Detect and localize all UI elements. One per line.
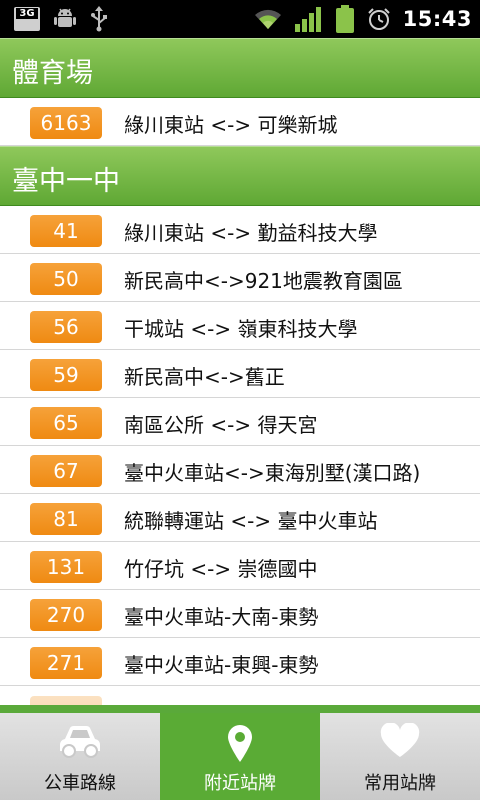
route-row[interactable]: 6163 綠川東站 <-> 可樂新城 [0,98,480,146]
car-icon [60,726,100,758]
route-name: 新民高中<->921地震教育園區 [124,269,403,293]
tab-favorite-stops[interactable]: 常用站牌 [320,713,480,800]
stop-section-header[interactable]: 臺中一中 [0,146,480,206]
route-number-badge: 59 [30,359,102,391]
nearby-stops-list[interactable]: 體育場 6163 綠川東站 <-> 可樂新城 臺中一中 41 綠川東站 <-> … [0,38,480,705]
route-row[interactable]: 271 臺中火車站-東興-東勢 [0,638,480,686]
route-number-badge: 81 [30,503,102,535]
app-screen: 3G 15:43 體育場 6163 綠川東站 <-> 可樂新城 臺中一中 41 … [0,0,480,800]
route-name: 綠川東站 <-> 可樂新城 [124,113,338,137]
route-number-badge: 6163 [30,107,102,139]
stop-name: 體育場 [12,58,93,89]
route-number-badge: 270 [30,599,102,631]
route-name: 干城站 <-> 嶺東科技大學 [124,317,358,341]
route-name: 臺中火車站-東興-東勢 [124,653,319,677]
route-row[interactable]: 270 臺中火車站-大南-東勢 [0,590,480,638]
route-row[interactable]: 131 竹仔坑 <-> 崇德國中 [0,542,480,590]
status-time: 15:43 [402,7,472,31]
route-row[interactable]: 50 新民高中<->921地震教育園區 [0,254,480,302]
route-name: 新民高中<->舊正 [124,365,285,389]
route-name: 臺中火車站<->東海別墅(漢口路) [124,461,421,485]
status-bar-system: 15:43 [253,4,472,34]
route-row[interactable]: 81 統聯轉運站 <-> 臺中火車站 [0,494,480,542]
usb-icon [91,6,107,32]
status-bar-notifications: 3G [14,6,108,32]
battery-icon [335,5,354,33]
route-row[interactable]: 67 臺中火車站<->東海別墅(漢口路) [0,446,480,494]
route-number-badge: 131 [30,551,102,583]
route-number-badge: 56 [30,311,102,343]
route-row[interactable]: 65 南區公所 <-> 得天宮 [0,398,480,446]
tab-bus-routes[interactable]: 公車路線 [0,713,160,800]
route-row-partial[interactable] [0,686,480,705]
route-name: 綠川東站 <-> 勤益科技大學 [124,221,378,245]
tab-label: 公車路線 [44,773,116,794]
alarm-icon [367,8,390,30]
signal-icon [294,7,321,32]
route-number-badge: 50 [30,263,102,295]
3g-icon: 3G [14,7,40,31]
stop-section-header[interactable]: 體育場 [0,38,480,98]
tab-label: 附近站牌 [204,773,276,794]
tab-nearby-stops[interactable]: 附近站牌 [160,713,320,800]
location-pin-icon [228,725,252,762]
route-name: 竹仔坑 <-> 崇德國中 [124,557,318,581]
route-name: 臺中火車站-大南-東勢 [124,605,319,629]
route-row[interactable]: 41 綠川東站 <-> 勤益科技大學 [0,206,480,254]
tab-label: 常用站牌 [364,773,436,794]
route-number-badge: 65 [30,407,102,439]
route-row[interactable]: 56 干城站 <-> 嶺東科技大學 [0,302,480,350]
status-bar: 3G 15:43 [0,0,480,38]
route-number-badge: 271 [30,647,102,679]
android-debug-icon [54,8,76,27]
heart-icon [380,723,420,757]
route-number-badge-partial [30,696,102,705]
wifi-icon [254,9,281,29]
bottom-navigation: 公車路線 附近站牌 常用站牌 [0,713,480,800]
route-number-badge: 67 [30,455,102,487]
route-number-badge: 41 [30,215,102,247]
bottom-nav-divider [0,705,480,713]
route-row[interactable]: 59 新民高中<->舊正 [0,350,480,398]
route-name: 統聯轉運站 <-> 臺中火車站 [124,509,378,533]
route-name: 南區公所 <-> 得天宮 [124,413,318,437]
stop-name: 臺中一中 [12,166,120,197]
